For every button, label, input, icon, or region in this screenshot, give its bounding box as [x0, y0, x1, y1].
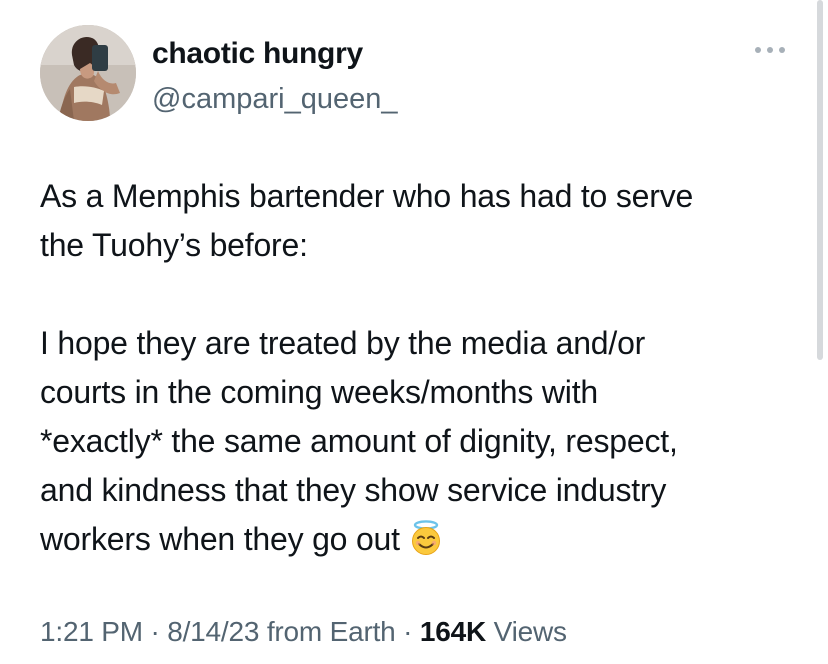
tweet-line: *exactly* the same amount of dignity, re… — [40, 423, 678, 459]
tweet-source: from Earth — [266, 616, 396, 647]
tweet-line: workers when they go out — [40, 521, 400, 557]
author-display-name[interactable]: chaotic hungry — [152, 36, 363, 72]
smiling-face-with-halo-icon — [408, 520, 444, 570]
meta-separator: · — [150, 616, 160, 647]
tweet-line: courts in the coming weeks/months with — [40, 374, 598, 410]
tweet-last-line: workers when they go out — [40, 515, 808, 570]
author-handle[interactable]: @campari_queen_ — [152, 82, 397, 116]
scrollbar[interactable] — [817, 0, 823, 360]
more-options-button[interactable] — [748, 36, 792, 64]
tweet-meta: 1:21 PM · 8/14/23 from Earth · 164K View… — [40, 615, 567, 649]
meta-separator: · — [403, 616, 413, 647]
tweet-line: As a Memphis bartender who has had to se… — [40, 178, 694, 214]
tweet-time[interactable]: 1:21 PM — [40, 616, 143, 647]
views-label[interactable]: Views — [494, 616, 567, 647]
avatar[interactable] — [40, 25, 136, 121]
tweet-line: and kindness that they show service indu… — [40, 472, 667, 508]
tweet-line: the Tuohy’s before: — [40, 227, 308, 263]
tweet-line: I hope they are treated by the media and… — [40, 325, 646, 361]
tweet-date[interactable]: 8/14/23 — [167, 616, 259, 647]
views-count[interactable]: 164K — [420, 616, 486, 647]
more-horizontal-icon — [755, 47, 785, 53]
tweet-text: As a Memphis bartender who has had to se… — [40, 172, 808, 570]
